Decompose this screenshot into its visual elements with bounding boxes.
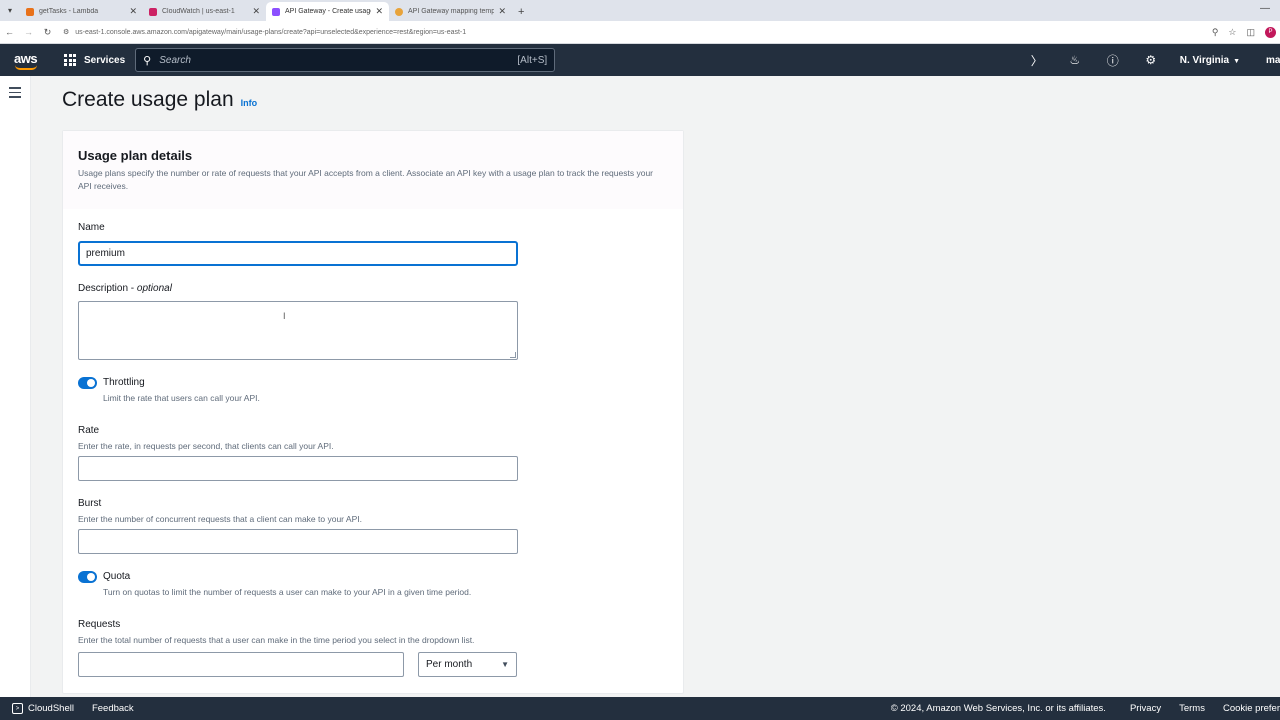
help-icon[interactable]: ⓘ [1094,52,1132,69]
toggle-knob [87,379,95,387]
url-field[interactable]: ⚙ us-east-1.console.aws.amazon.com/apiga… [63,24,1212,41]
account-menu[interactable]: ma [1266,55,1280,66]
new-tab-plus-icon[interactable]: + [518,2,524,21]
copyright-text: © 2024, Amazon Web Services, Inc. or its… [890,703,1106,714]
region-label: N. Virginia [1179,54,1230,66]
rate-label: Rate [78,425,100,436]
back-arrow-icon[interactable]: ← [0,27,19,37]
browser-tab-lambda[interactable]: getTasks - Lambda ✕ [20,2,143,21]
name-label: Name [78,222,105,233]
aws-logo[interactable]: aws [0,44,52,76]
tab-title: API Gateway mapping templat [408,8,495,15]
caret-down-icon: ▼ [501,660,509,669]
cloudwatch-favicon-icon [149,7,157,16]
reload-icon[interactable]: ↻ [38,27,57,38]
browser-address-bar: ← → ↻ ⚙ us-east-1.console.aws.amazon.com… [0,21,1280,44]
page-title: Create usage plan Info [62,88,257,112]
cloudshell-label: CloudShell [28,703,74,714]
side-panel-icon[interactable]: ◫ [1246,27,1255,38]
docs-favicon-icon [395,7,403,16]
toggle-knob [87,573,95,581]
requests-input[interactable] [78,652,404,677]
browser-tab-cloudwatch[interactable]: CloudWatch | us-east-1 ✕ [143,2,266,21]
site-info-icon[interactable]: ⚙ [63,28,69,36]
burst-description: Enter the number of concurrent requests … [78,514,362,524]
panel-description: Usage plans specify the number or rate o… [78,168,653,191]
panel-header: Usage plan details Usage plans specify t… [63,131,683,209]
close-tab-icon[interactable]: ✕ [252,6,260,17]
region-selector[interactable]: N. Virginia ▼ [1180,55,1240,66]
browser-tab-api-gateway-usage-plan[interactable]: API Gateway - Create usage pla ✕ [266,2,389,21]
search-placeholder: Search [159,54,191,66]
page-title-text: Create usage plan [62,88,234,111]
url-text: us-east-1.console.aws.amazon.com/apigate… [75,28,467,36]
quota-period-select[interactable]: Per month ▼ [418,652,517,677]
cloudshell-terminal-icon: > [12,703,23,714]
rate-description: Enter the rate, in requests per second, … [78,441,334,451]
forward-arrow-icon[interactable]: → [19,27,38,37]
tab-search-chevron-icon[interactable]: ▾ [0,0,20,21]
feedback-link[interactable]: Feedback [92,703,134,714]
terms-link[interactable]: Terms [1179,703,1205,714]
browser-tab-mapping-templates[interactable]: API Gateway mapping templat ✕ [389,2,512,21]
tab-title: getTasks - Lambda [39,8,99,15]
quota-description: Turn on quotas to limit the number of re… [103,587,472,597]
optional-tag: optional [136,283,172,294]
rate-input[interactable] [78,456,518,481]
browser-tab-strip: ▾ getTasks - Lambda ✕ CloudWatch | us-ea… [0,0,1280,21]
name-input-value: premium [86,248,125,259]
cloudshell-icon[interactable]: 〉 [1018,52,1056,69]
text-cursor-icon: I [283,311,286,321]
panel-title: Usage plan details [78,148,193,163]
requests-label: Requests [78,619,121,630]
cloudshell-button[interactable]: > CloudShell [12,703,74,714]
menu-hamburger-icon[interactable] [9,87,21,101]
throttling-description: Limit the rate that users can call your … [103,393,260,403]
search-shortcut-hint: [Alt+S] [517,54,548,66]
burst-input[interactable] [78,529,518,554]
lambda-favicon-icon [26,7,34,16]
notifications-bell-icon[interactable]: ♨ [1056,53,1094,67]
quota-period-value: Per month [426,659,473,670]
close-tab-icon[interactable]: ✕ [498,6,506,17]
throttling-toggle[interactable] [78,377,97,389]
throttling-label: Throttling [103,377,145,388]
services-menu-button[interactable]: Services [64,54,125,66]
cookie-preferences-link[interactable]: Cookie prefer [1223,703,1280,714]
side-navigation-rail [0,76,31,697]
caret-down-icon: ▼ [1233,57,1240,65]
services-grid-icon [64,54,76,66]
burst-label: Burst [78,498,102,509]
bookmark-star-icon[interactable]: ☆ [1228,27,1236,38]
tab-title: CloudWatch | us-east-1 [162,8,235,15]
description-label-text: Description - [78,283,137,294]
name-input[interactable]: premium [78,241,518,266]
aws-logo-text: aws [14,51,38,66]
settings-gear-icon[interactable]: ⚙ [1132,53,1170,67]
description-label: Description - optional [78,283,172,294]
window-minimize-icon[interactable]: — [1260,3,1270,14]
search-input[interactable]: ⚲ Search [Alt+S] [135,48,556,72]
usage-plan-details-panel: Usage plan details Usage plans specify t… [62,130,684,694]
requests-description: Enter the total number of requests that … [78,635,475,645]
profile-avatar[interactable]: P [1265,26,1276,38]
search-icon: ⚲ [143,54,152,67]
description-textarea[interactable] [78,301,518,360]
aws-top-nav: aws Services ⚲ Search [Alt+S] 〉 ♨ ⓘ ⚙ N.… [0,44,1280,76]
quota-toggle[interactable] [78,571,97,583]
close-tab-icon[interactable]: ✕ [129,6,137,17]
quota-label: Quota [103,571,131,582]
aws-smile-icon [15,65,37,70]
tab-title: API Gateway - Create usage pla [285,8,371,15]
services-label: Services [84,54,126,66]
zoom-icon[interactable]: ⚲ [1212,27,1219,38]
console-footer: > CloudShell Feedback © 2024, Amazon Web… [0,697,1280,720]
privacy-link[interactable]: Privacy [1130,703,1161,714]
api-gateway-favicon-icon [272,7,280,16]
info-link[interactable]: Info [241,98,258,108]
resize-handle-icon[interactable] [510,352,516,358]
close-tab-icon[interactable]: ✕ [375,6,383,17]
